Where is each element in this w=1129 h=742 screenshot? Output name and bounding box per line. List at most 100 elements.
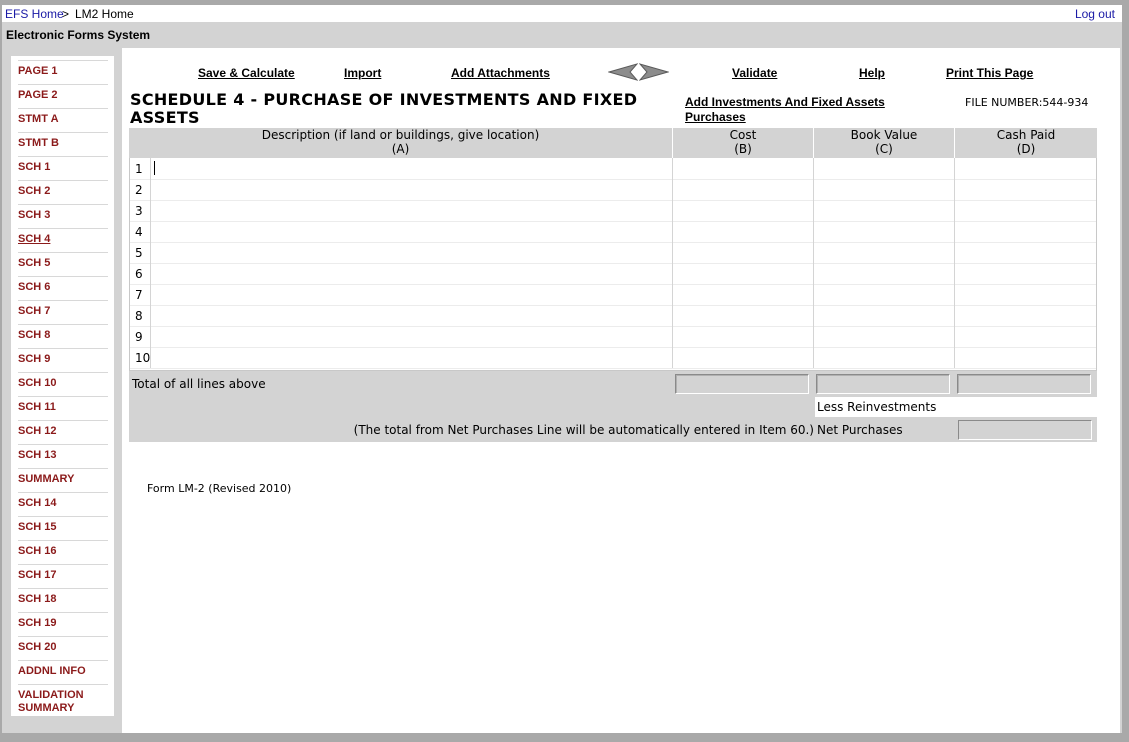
sidebar-item-sch-11[interactable]: SCH 11 bbox=[18, 396, 108, 414]
main-content: Save & Calculate Import Add Attachments … bbox=[122, 48, 1120, 508]
validate-link[interactable]: Validate bbox=[732, 66, 777, 80]
breadcrumb-separator: > bbox=[62, 7, 70, 21]
sidebar-item-sch-19[interactable]: SCH 19 bbox=[18, 612, 108, 630]
column-header-cash-paid: Cash Paid (D) bbox=[955, 128, 1097, 158]
book-value-input[interactable] bbox=[813, 284, 954, 305]
book-value-input[interactable] bbox=[813, 305, 954, 326]
cash-paid-input[interactable] bbox=[954, 284, 1097, 305]
description-input[interactable] bbox=[150, 242, 673, 263]
sidebar-item-sch-14[interactable]: SCH 14 bbox=[18, 492, 108, 510]
sidebar-item-label: PAGE 2 bbox=[18, 89, 58, 101]
sidebar-item-sch-1[interactable]: SCH 1 bbox=[18, 156, 108, 174]
row-number: 6 bbox=[135, 267, 143, 281]
net-purchases-field[interactable] bbox=[958, 420, 1092, 440]
save-calculate-link[interactable]: Save & Calculate bbox=[198, 66, 295, 80]
sidebar-item-sch-8[interactable]: SCH 8 bbox=[18, 324, 108, 342]
total-label: Total of all lines above bbox=[132, 377, 266, 391]
sidebar-item-sch-6[interactable]: SCH 6 bbox=[18, 276, 108, 294]
cost-input[interactable] bbox=[672, 221, 813, 242]
sidebar-item-label: SCH 8 bbox=[18, 329, 51, 341]
cash-paid-input[interactable] bbox=[954, 305, 1097, 326]
sidebar-item-stmt-a[interactable]: STMT A bbox=[18, 108, 108, 126]
cost-input[interactable] bbox=[672, 305, 813, 326]
import-link[interactable]: Import bbox=[344, 66, 381, 80]
sidebar-item-sch-17[interactable]: SCH 17 bbox=[18, 564, 108, 582]
book-value-input[interactable] bbox=[813, 242, 954, 263]
cash-paid-input[interactable] bbox=[954, 200, 1097, 221]
cost-input[interactable] bbox=[672, 242, 813, 263]
sidebar-item-label: STMT B bbox=[18, 137, 59, 149]
description-input[interactable] bbox=[150, 305, 673, 326]
cost-input[interactable] bbox=[672, 179, 813, 200]
left-arrow-icon[interactable] bbox=[608, 62, 638, 82]
sidebar-item-label: SCH 18 bbox=[18, 593, 57, 605]
table-row: 2 bbox=[130, 179, 1096, 201]
sidebar-item-label: SCH 12 bbox=[18, 425, 57, 437]
sidebar-item-sch-3[interactable]: SCH 3 bbox=[18, 204, 108, 222]
cash-paid-input[interactable] bbox=[954, 158, 1097, 179]
cost-input[interactable] bbox=[672, 263, 813, 284]
total-cost-field[interactable] bbox=[675, 374, 809, 394]
right-arrow-icon[interactable] bbox=[639, 62, 669, 82]
book-value-input[interactable] bbox=[813, 221, 954, 242]
help-link[interactable]: Help bbox=[859, 66, 885, 80]
add-investments-link[interactable]: Add Investments And Fixed Assets Purchas… bbox=[685, 95, 905, 125]
row-number: 8 bbox=[135, 309, 143, 323]
cost-input[interactable] bbox=[672, 284, 813, 305]
less-reinvestments-field[interactable] bbox=[956, 397, 1097, 417]
cost-input[interactable] bbox=[672, 200, 813, 221]
sidebar-item-sch-13[interactable]: SCH 13 bbox=[18, 444, 108, 462]
cash-paid-input[interactable] bbox=[954, 221, 1097, 242]
sidebar-item-sch-4[interactable]: SCH 4 bbox=[18, 228, 108, 246]
logout-link[interactable]: Log out bbox=[1075, 7, 1115, 21]
sidebar-item-sch-2[interactable]: SCH 2 bbox=[18, 180, 108, 198]
book-value-input[interactable] bbox=[813, 326, 954, 347]
cash-paid-input[interactable] bbox=[954, 326, 1097, 347]
cost-input[interactable] bbox=[672, 326, 813, 347]
total-book-value-field[interactable] bbox=[816, 374, 950, 394]
sidebar-item-sch-16[interactable]: SCH 16 bbox=[18, 540, 108, 558]
cost-input[interactable] bbox=[672, 347, 813, 368]
sidebar-item-sch-18[interactable]: SCH 18 bbox=[18, 588, 108, 606]
description-input[interactable] bbox=[150, 263, 673, 284]
sidebar-item-sch-5[interactable]: SCH 5 bbox=[18, 252, 108, 270]
book-value-input[interactable] bbox=[813, 263, 954, 284]
description-input[interactable] bbox=[150, 179, 673, 200]
cash-paid-input[interactable] bbox=[954, 263, 1097, 284]
book-value-input[interactable] bbox=[813, 347, 954, 368]
form-revision-label: Form LM-2 (Revised 2010) bbox=[147, 482, 292, 495]
cash-paid-input[interactable] bbox=[954, 242, 1097, 263]
description-input[interactable] bbox=[150, 326, 673, 347]
sidebar-item-sch-15[interactable]: SCH 15 bbox=[18, 516, 108, 534]
sidebar-item-page-2[interactable]: PAGE 2 bbox=[18, 84, 108, 102]
description-input[interactable] bbox=[150, 284, 673, 305]
sidebar-item-sch-7[interactable]: SCH 7 bbox=[18, 300, 108, 318]
breadcrumb-efs-home-link[interactable]: EFS Home bbox=[5, 7, 64, 21]
sidebar-item-label: SCH 5 bbox=[18, 257, 51, 269]
cash-paid-input[interactable] bbox=[954, 347, 1097, 368]
description-input[interactable] bbox=[150, 221, 673, 242]
description-input[interactable] bbox=[150, 347, 673, 368]
column-label: Description (if land or buildings, give … bbox=[261, 128, 540, 142]
sidebar-item-sch-9[interactable]: SCH 9 bbox=[18, 348, 108, 366]
print-page-link[interactable]: Print This Page bbox=[946, 66, 1033, 80]
sidebar-item-sch-20[interactable]: SCH 20 bbox=[18, 636, 108, 654]
cost-input[interactable] bbox=[672, 158, 813, 179]
book-value-input[interactable] bbox=[813, 158, 954, 179]
book-value-input[interactable] bbox=[813, 179, 954, 200]
sidebar-item-sch-12[interactable]: SCH 12 bbox=[18, 420, 108, 438]
book-value-input[interactable] bbox=[813, 200, 954, 221]
column-code: (C) bbox=[875, 142, 893, 156]
cash-paid-input[interactable] bbox=[954, 179, 1097, 200]
sidebar-item-stmt-b[interactable]: STMT B bbox=[18, 132, 108, 150]
total-cash-paid-field[interactable] bbox=[957, 374, 1091, 394]
sidebar-item-page-1[interactable]: PAGE 1 bbox=[18, 60, 108, 78]
less-reinvestments-row: Less Reinvestments bbox=[129, 397, 1097, 417]
sidebar-item-addnl-info[interactable]: ADDNL INFO bbox=[18, 660, 108, 678]
add-attachments-link[interactable]: Add Attachments bbox=[451, 66, 550, 80]
description-input[interactable] bbox=[150, 200, 673, 221]
sidebar-item-validation-summary[interactable]: VALIDATION SUMMARY bbox=[18, 684, 108, 715]
sidebar-item-summary[interactable]: SUMMARY bbox=[18, 468, 108, 486]
sidebar-item-sch-10[interactable]: SCH 10 bbox=[18, 372, 108, 390]
description-input[interactable] bbox=[150, 158, 673, 179]
